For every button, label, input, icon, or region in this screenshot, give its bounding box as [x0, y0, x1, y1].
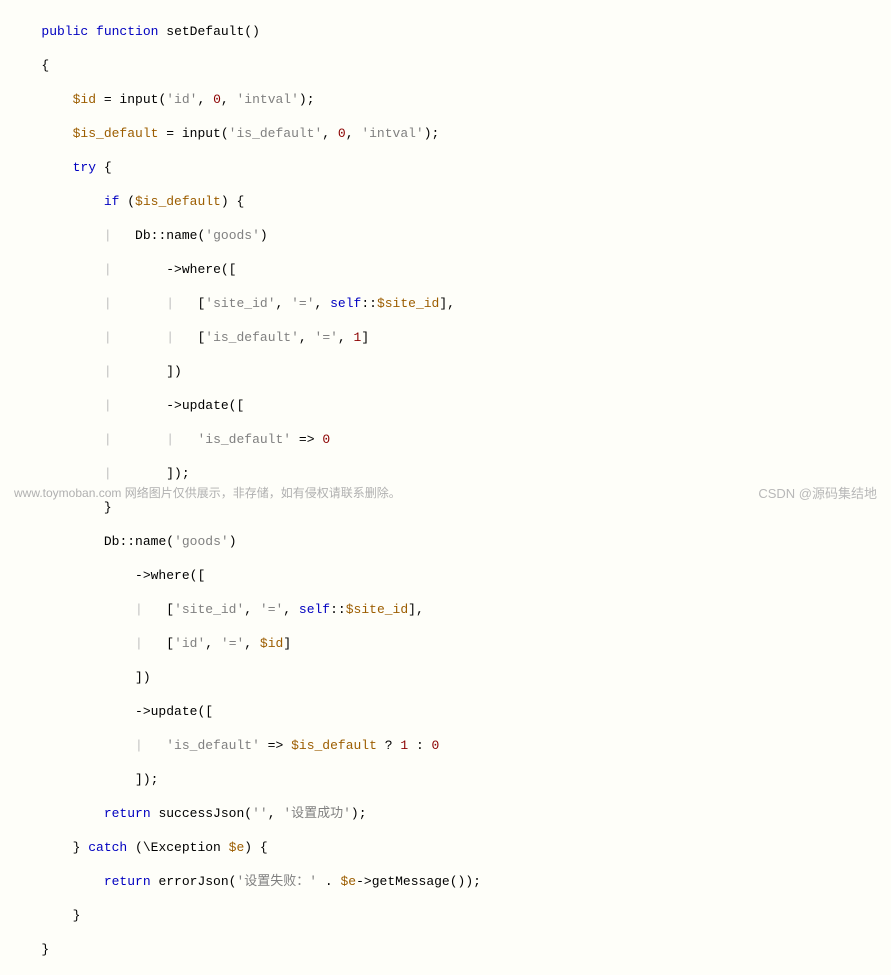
number: 1: [400, 738, 408, 753]
function-call: update: [182, 398, 229, 413]
function-name: setDefault: [166, 24, 244, 39]
keyword: public: [41, 24, 88, 39]
number: 0: [338, 126, 346, 141]
variable: $e: [341, 874, 357, 889]
function-call: name: [166, 228, 197, 243]
keyword: if: [104, 194, 120, 209]
function-call: successJson: [158, 806, 244, 821]
variable: $id: [73, 92, 96, 107]
string: 'is_default': [229, 126, 323, 141]
variable: $e: [229, 840, 245, 855]
variable: $is_default: [135, 194, 221, 209]
number: 0: [432, 738, 440, 753]
string: 'is_default': [166, 738, 260, 753]
string: 'intval': [361, 126, 423, 141]
string: 'intval': [237, 92, 299, 107]
keyword: self: [330, 296, 361, 311]
function-call: input: [182, 126, 221, 141]
string: '=': [315, 330, 338, 345]
class: Db: [104, 534, 120, 549]
function-call: getMessage: [372, 874, 450, 889]
watermark-right: CSDN @源码集结地: [758, 485, 877, 502]
keyword: try: [73, 160, 96, 175]
variable: $site_id: [346, 602, 408, 617]
string: 'goods': [174, 534, 229, 549]
number: 1: [354, 330, 362, 345]
function-call: update: [151, 704, 198, 719]
function-call: where: [182, 262, 221, 277]
string: 'is_default': [205, 330, 299, 345]
class: Db: [135, 228, 151, 243]
function-call: input: [119, 92, 158, 107]
function-call: errorJson: [158, 874, 228, 889]
keyword: self: [299, 602, 330, 617]
keyword: catch: [88, 840, 127, 855]
string: 'id': [166, 92, 197, 107]
string: 'id': [174, 636, 205, 651]
number: 0: [213, 92, 221, 107]
variable: $site_id: [377, 296, 439, 311]
keyword: return: [104, 874, 151, 889]
string: 'is_default': [197, 432, 291, 447]
string: '设置成功': [283, 806, 351, 821]
function-call: name: [135, 534, 166, 549]
string: '=': [260, 602, 283, 617]
keyword: function: [96, 24, 158, 39]
class: \Exception: [143, 840, 221, 855]
string: '设置失败：': [236, 874, 317, 889]
variable: $is_default: [73, 126, 159, 141]
variable: $is_default: [291, 738, 377, 753]
string: '': [252, 806, 268, 821]
number: 0: [322, 432, 330, 447]
string: '=': [221, 636, 244, 651]
watermark-left: www.toymoban.com 网络图片仅供展示，非存储，如有侵权请联系删除。: [14, 485, 401, 502]
string: 'goods': [205, 228, 260, 243]
string: 'site_id': [174, 602, 244, 617]
string: '=': [291, 296, 314, 311]
function-call: where: [151, 568, 190, 583]
variable: $id: [260, 636, 283, 651]
keyword: return: [104, 806, 151, 821]
string: 'site_id': [205, 296, 275, 311]
